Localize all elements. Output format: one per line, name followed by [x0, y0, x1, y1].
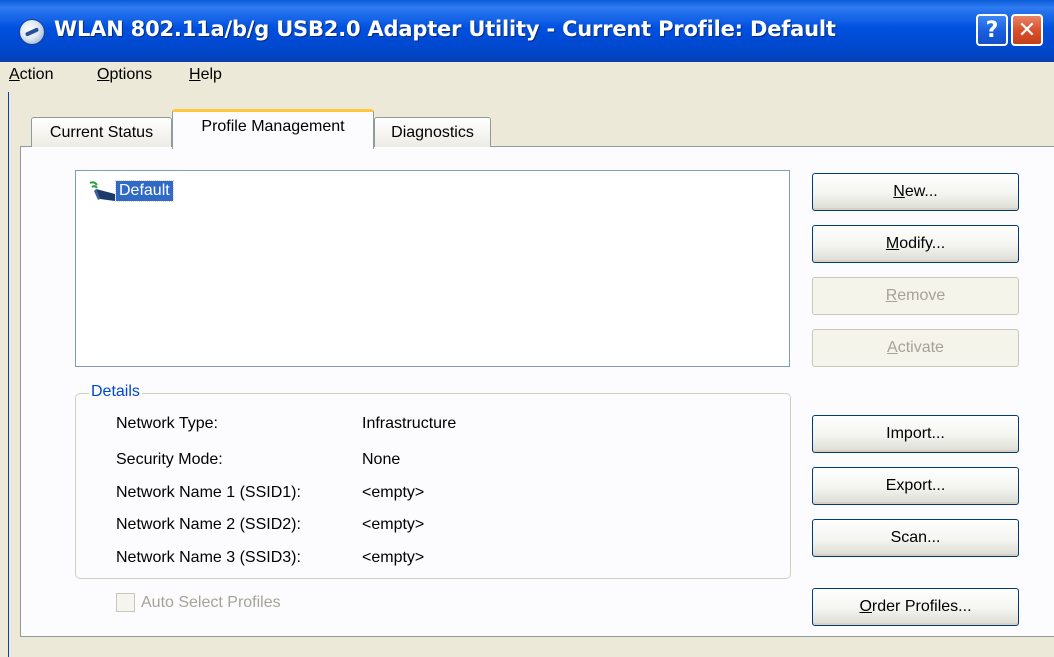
- tab-label: Current Status: [49, 123, 154, 141]
- security-mode-label: Security Mode:: [116, 451, 223, 468]
- menu-bar: Action Options Help: [0, 62, 1054, 90]
- details-legend: Details: [89, 383, 142, 401]
- security-mode-value: None: [362, 451, 401, 468]
- ssid2-label: Network Name 2 (SSID2):: [116, 516, 301, 533]
- ssid1-label: Network Name 1 (SSID1):: [116, 484, 301, 501]
- help-icon: ?: [985, 17, 999, 43]
- tab-label: Profile Management: [201, 118, 345, 135]
- import-button[interactable]: Import...: [812, 415, 1019, 453]
- modify-button[interactable]: Modify...: [812, 225, 1019, 263]
- close-button[interactable]: ✕: [1011, 14, 1043, 46]
- new-button[interactable]: New...: [812, 173, 1019, 211]
- close-icon: ✕: [1017, 17, 1037, 43]
- ssid3-value: <empty>: [362, 549, 425, 566]
- profile-item-default[interactable]: Default: [88, 178, 174, 204]
- tab-diagnostics[interactable]: Diagnostics: [374, 117, 491, 147]
- auto-select-profiles-label: Auto Select Profiles: [141, 593, 281, 611]
- remove-button[interactable]: Remove: [812, 277, 1019, 315]
- tab-label: Diagnostics: [391, 123, 474, 141]
- scan-button[interactable]: Scan...: [812, 519, 1019, 557]
- profile-name: Default: [115, 180, 174, 202]
- order-profiles-button[interactable]: Order Profiles...: [812, 588, 1019, 626]
- ssid1-value: <empty>: [362, 484, 425, 501]
- title-bar[interactable]: WLAN 802.11a/b/g USB2.0 Adapter Utility …: [0, 0, 1054, 62]
- auto-select-profiles-checkbox[interactable]: Auto Select Profiles: [116, 593, 281, 612]
- checkbox-box[interactable]: [116, 593, 135, 612]
- network-type-label: Network Type:: [116, 415, 218, 432]
- export-button[interactable]: Export...: [812, 467, 1019, 505]
- network-type-value: Infrastructure: [362, 415, 457, 432]
- menu-action[interactable]: Action: [9, 66, 53, 84]
- window-title: WLAN 802.11a/b/g USB2.0 Adapter Utility …: [54, 17, 836, 41]
- ssid3-label: Network Name 3 (SSID3):: [116, 549, 301, 566]
- tab-current-status[interactable]: Current Status: [31, 117, 172, 147]
- menu-help[interactable]: Help: [189, 66, 222, 84]
- tab-profile-management[interactable]: Profile Management: [172, 109, 374, 149]
- activate-button[interactable]: Activate: [812, 329, 1019, 367]
- app-icon: [20, 20, 44, 44]
- wireless-profile-icon: [88, 179, 118, 203]
- profile-list[interactable]: Default: [75, 170, 790, 367]
- help-button[interactable]: ?: [976, 14, 1008, 46]
- window-border: [8, 92, 9, 657]
- ssid2-value: <empty>: [362, 516, 425, 533]
- menu-options[interactable]: Options: [97, 66, 152, 84]
